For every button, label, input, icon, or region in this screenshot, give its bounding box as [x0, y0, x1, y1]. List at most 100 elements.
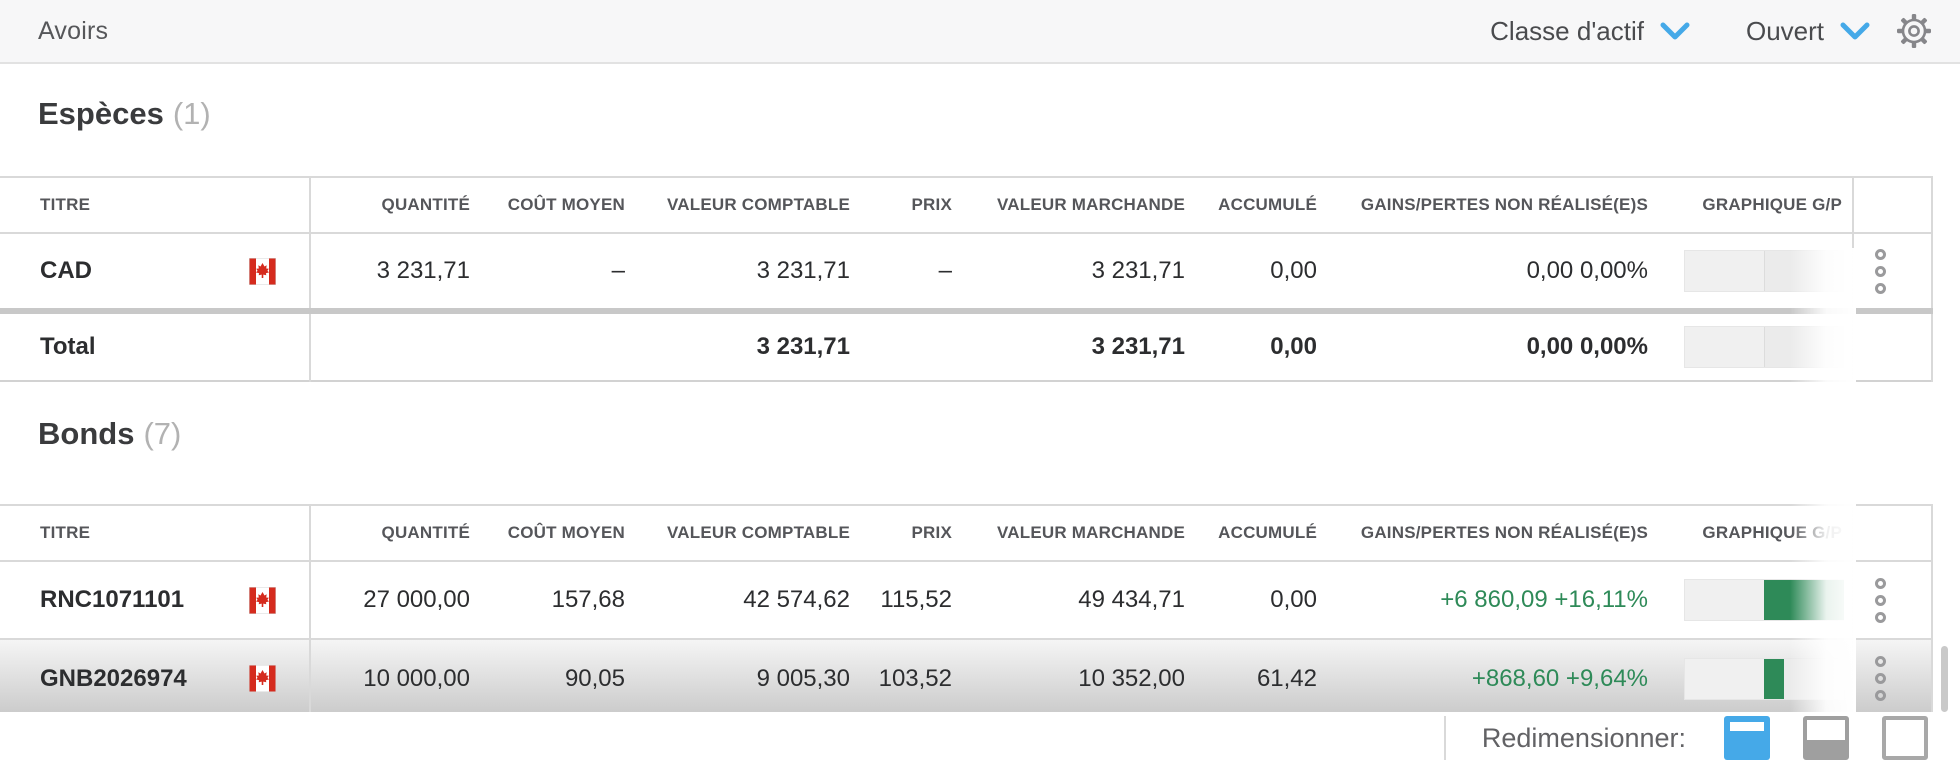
section-title-especes: Espèces (1)	[38, 96, 1960, 132]
col-graphique[interactable]: GRAPHIQUE G/P	[1672, 505, 1853, 561]
row-menu-button[interactable]	[1875, 656, 1887, 701]
cell-quantite: 3 231,71	[310, 233, 494, 311]
cell-cout-moyen: 90,05	[494, 639, 649, 712]
cell-actions	[1853, 233, 1932, 311]
bonds-table: TITRE QUANTITÉ COÛT MOYEN VALEUR COMPTAB…	[0, 504, 1933, 712]
section-title-text: Bonds	[38, 416, 134, 451]
cell-graphique	[1672, 233, 1853, 311]
cell-valeur-comptable: 9 005,30	[649, 639, 874, 712]
toolbar: Avoirs Classe d'actif Ouvert	[0, 0, 1960, 64]
holdings-content: Espèces (1) TITRE QUANTITÉ COÛT MOYEN VAL…	[0, 64, 1960, 712]
col-prix[interactable]: PRIX	[874, 505, 976, 561]
especes-table: TITRE QUANTITÉ COÛT MOYEN VALEUR COMPTAB…	[0, 176, 1933, 382]
col-gains[interactable]: GAINS/PERTES NON RÉALISÉ(E)S	[1341, 505, 1672, 561]
asset-class-dropdown-label: Classe d'actif	[1490, 16, 1644, 47]
table-row-cad: CAD 3 231,71 – 3 231,71 – 3 231,71 0,00	[0, 233, 1932, 311]
ticker-label: GNB2026974	[40, 665, 187, 693]
cell-quantite: 10 000,00	[310, 639, 494, 712]
cell-graphique	[1672, 311, 1853, 381]
col-cout-moyen[interactable]: COÛT MOYEN	[494, 177, 649, 233]
resize-half-button[interactable]	[1803, 716, 1849, 760]
table-row-rnc1071101: RNC1071101 27 000,00 157,68 42 574,62 11…	[0, 561, 1932, 639]
cell-prix: 115,52	[874, 561, 976, 639]
col-titre[interactable]: TITRE	[0, 177, 310, 233]
cell-accumule: 0,00	[1209, 561, 1341, 639]
titre-cell: CAD	[0, 233, 310, 311]
cell-actions	[1853, 311, 1932, 381]
table-header-row: TITRE QUANTITÉ COÛT MOYEN VALEUR COMPTAB…	[0, 505, 1932, 561]
col-valeur-marchande[interactable]: VALEUR MARCHANDE	[976, 505, 1209, 561]
row-menu-button[interactable]	[1875, 249, 1887, 294]
table-row-total: Total 3 231,71 3 231,71 0,00 0,00 0,00%	[0, 311, 1932, 381]
cell-graphique	[1672, 639, 1853, 712]
section-count: (7)	[143, 416, 181, 451]
gain-loss-bar	[1684, 658, 1844, 700]
col-prix[interactable]: PRIX	[874, 177, 976, 233]
titre-cell: GNB2026974	[0, 639, 310, 712]
cell-actions	[1853, 561, 1932, 639]
total-label-cell: Total	[0, 311, 310, 381]
col-gains[interactable]: GAINS/PERTES NON RÉALISÉ(E)S	[1341, 177, 1672, 233]
cell-quantite: 27 000,00	[310, 561, 494, 639]
resize-collapse-button[interactable]	[1882, 716, 1928, 760]
settings-gear-icon[interactable]	[1896, 13, 1932, 49]
cell-valeur-marchande: 3 231,71	[976, 233, 1209, 311]
cell-valeur-comptable: 3 231,71	[649, 311, 874, 381]
cell-gains: 0,00 0,00%	[1341, 311, 1672, 381]
gain-loss-bar	[1684, 250, 1844, 292]
col-valeur-comptable[interactable]: VALEUR COMPTABLE	[649, 177, 874, 233]
resize-expand-button[interactable]	[1724, 716, 1770, 760]
col-accumule[interactable]: ACCUMULÉ	[1209, 177, 1341, 233]
panel-bottom-fill	[1807, 740, 1845, 756]
chevron-down-icon	[1840, 21, 1870, 41]
col-accumule[interactable]: ACCUMULÉ	[1209, 505, 1341, 561]
row-menu-button[interactable]	[1875, 578, 1887, 623]
cell-gains: +6 860,09 +16,11%	[1341, 561, 1672, 639]
cell-graphique	[1672, 561, 1853, 639]
col-titre[interactable]: TITRE	[0, 505, 310, 561]
canada-flag-icon	[249, 665, 276, 692]
cell-cout-moyen: –	[494, 233, 649, 311]
toolbar-controls: Classe d'actif Ouvert	[1490, 13, 1932, 49]
scrollbar-thumb[interactable]	[1941, 646, 1948, 712]
bottom-bar: Redimensionner:	[0, 712, 1960, 760]
cell-cout-moyen: 157,68	[494, 561, 649, 639]
cell-empty	[874, 311, 976, 381]
section-title-text: Espèces	[38, 96, 164, 131]
col-quantite[interactable]: QUANTITÉ	[310, 505, 494, 561]
col-valeur-comptable[interactable]: VALEUR COMPTABLE	[649, 505, 874, 561]
resize-panel: Redimensionner:	[1444, 716, 1960, 760]
cell-accumule: 0,00	[1209, 233, 1341, 311]
gain-loss-bar	[1684, 326, 1844, 368]
ticker-label: RNC1071101	[40, 586, 184, 614]
col-cout-moyen[interactable]: COÛT MOYEN	[494, 505, 649, 561]
status-dropdown[interactable]: Ouvert	[1746, 16, 1870, 47]
page-title: Avoirs	[38, 17, 108, 46]
cell-accumule: 0,00	[1209, 311, 1341, 381]
table-row-gnb2026974: GNB2026974 10 000,00 90,05 9 005,30 103,…	[0, 639, 1932, 712]
asset-class-dropdown[interactable]: Classe d'actif	[1490, 16, 1690, 47]
section-title-bonds: Bonds (7)	[38, 416, 1960, 452]
col-actions	[1853, 505, 1932, 561]
titre-cell: RNC1071101	[0, 561, 310, 639]
cell-valeur-comptable: 42 574,62	[649, 561, 874, 639]
cell-gains: 0,00 0,00%	[1341, 233, 1672, 311]
section-count: (1)	[173, 96, 211, 131]
cell-valeur-marchande: 3 231,71	[976, 311, 1209, 381]
col-valeur-marchande[interactable]: VALEUR MARCHANDE	[976, 177, 1209, 233]
cell-empty	[494, 311, 649, 381]
canada-flag-icon	[249, 258, 276, 285]
ticker-label: CAD	[40, 257, 92, 285]
resize-label: Redimensionner:	[1482, 723, 1686, 754]
cell-actions	[1853, 639, 1932, 712]
col-graphique[interactable]: GRAPHIQUE G/P	[1672, 177, 1853, 233]
cell-prix: 103,52	[874, 639, 976, 712]
table-header-row: TITRE QUANTITÉ COÛT MOYEN VALEUR COMPTAB…	[0, 177, 1932, 233]
cell-gains: +868,60 +9,64%	[1341, 639, 1672, 712]
panel-stripe	[1730, 722, 1764, 731]
cell-valeur-marchande: 10 352,00	[976, 639, 1209, 712]
col-quantite[interactable]: QUANTITÉ	[310, 177, 494, 233]
cell-valeur-marchande: 49 434,71	[976, 561, 1209, 639]
total-label: Total	[40, 333, 96, 360]
cell-empty	[310, 311, 494, 381]
